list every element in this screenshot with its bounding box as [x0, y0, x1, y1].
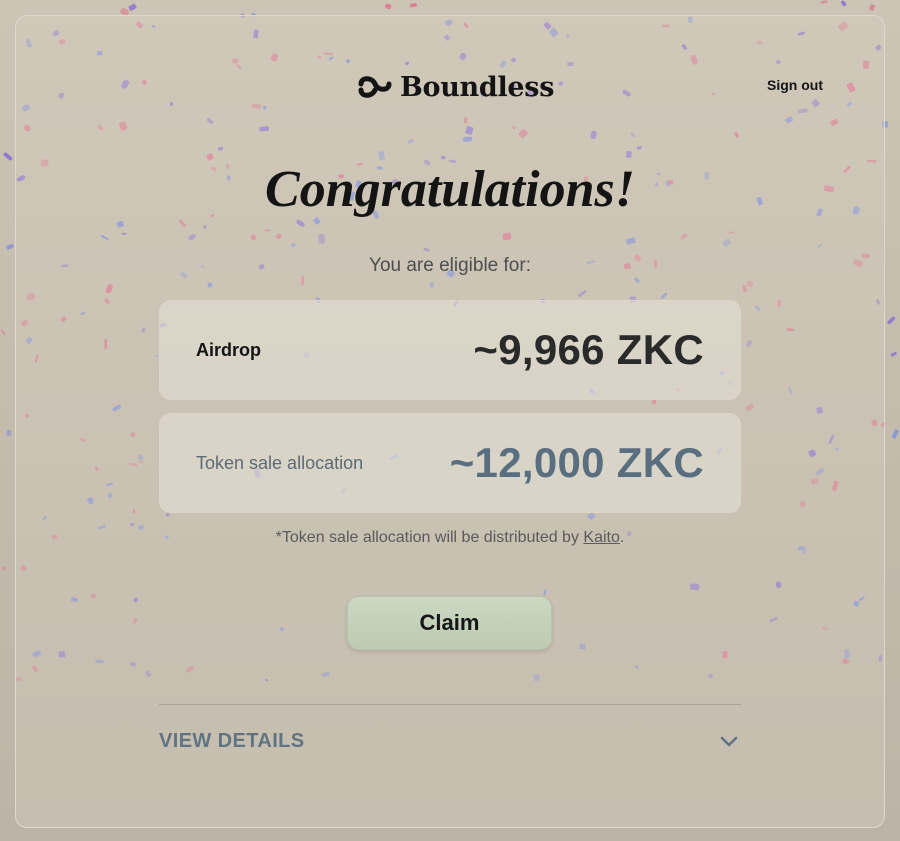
view-details-toggle[interactable]: VIEW DETAILS: [159, 726, 741, 756]
page-title: Congratulations!: [265, 161, 635, 218]
confetti-piece: [5, 243, 14, 251]
eligibility-subheading: You are eligible for:: [369, 255, 531, 276]
confetti-piece: [890, 351, 898, 357]
confetti-piece: [887, 316, 896, 325]
confetti-piece: [891, 429, 900, 439]
confetti-piece: [384, 3, 392, 10]
allocation-amount: ~12,000 ZKC: [449, 439, 704, 486]
kaito-link[interactable]: Kaito: [583, 529, 619, 546]
confetti-piece: [1, 566, 6, 571]
confetti-piece: [820, 0, 828, 4]
distribution-note: *Token sale allocation will be distribut…: [0, 529, 900, 547]
note-suffix: .: [619, 529, 625, 546]
sign-out-link[interactable]: Sign out: [767, 77, 823, 93]
brand-name: Boundless: [400, 71, 555, 103]
confetti-piece: [128, 3, 137, 12]
brand-logo: Boundless: [358, 70, 554, 104]
view-details-label: VIEW DETAILS: [159, 729, 305, 752]
allocation-label: Token sale allocation: [196, 452, 364, 473]
claim-button[interactable]: Claim: [347, 596, 552, 650]
divider: [159, 704, 741, 705]
confetti-piece: [410, 2, 417, 8]
chevron-down-icon: [720, 736, 738, 747]
confetti-piece: [6, 429, 12, 437]
confetti-piece: [1, 329, 6, 335]
note-text: *Token sale allocation will be distribut…: [275, 529, 584, 546]
confetti-piece: [841, 0, 847, 7]
allocation-label: Airdrop: [196, 339, 261, 360]
airdrop-allocation-row: Airdrop ~9,966 ZKC: [159, 300, 741, 400]
token-sale-allocation-row: Token sale allocation ~12,000 ZKC: [159, 413, 741, 513]
boundless-logo-icon: [358, 76, 392, 98]
allocation-amount: ~9,966 ZKC: [473, 326, 704, 373]
confetti-piece: [868, 4, 876, 11]
